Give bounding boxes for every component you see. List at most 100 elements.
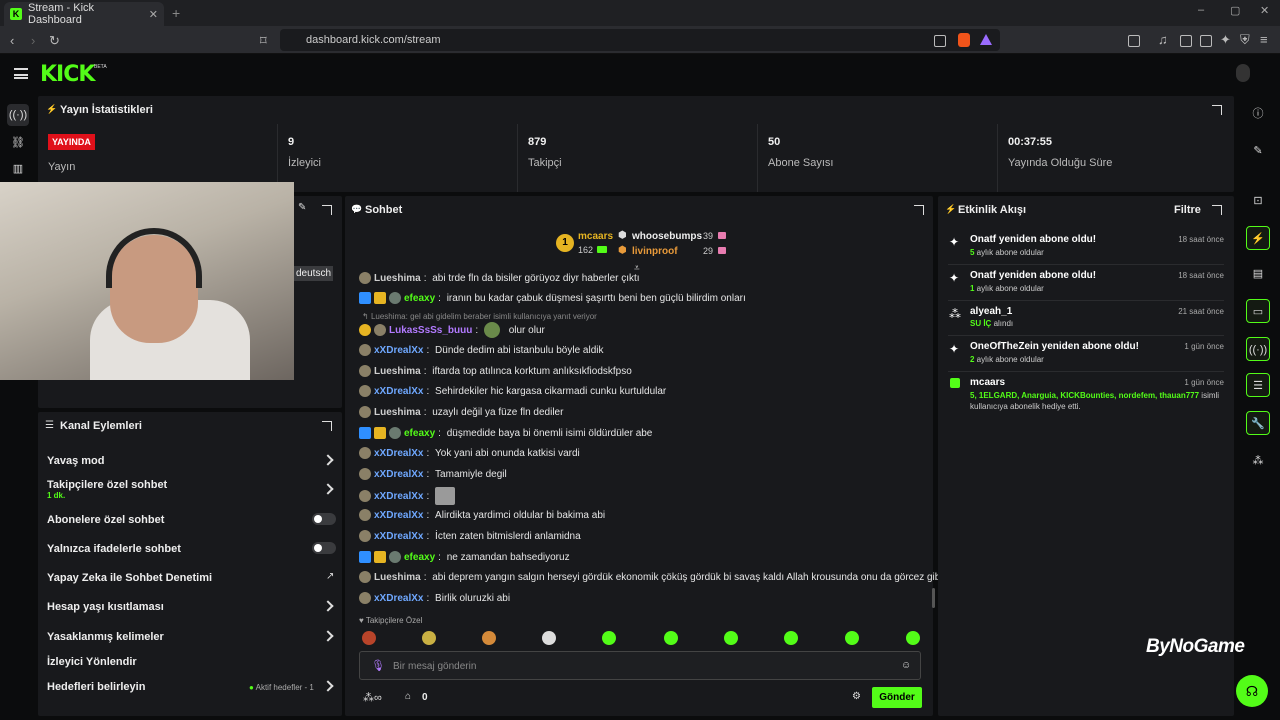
chat-message[interactable]: Lueshima: abi deprem yangın salgın herse… [359,571,943,583]
external-link-icon[interactable]: ↗ [326,571,334,582]
chat-message[interactable]: LukasSsSs_buuu: olur olur [359,322,545,338]
chat-message[interactable]: xXDrealXx: [359,487,456,505]
points-icon[interactable]: ⁂ [1246,449,1270,473]
analytics-nav-icon[interactable]: ▥ [10,161,26,177]
chat-username[interactable]: xXDrealXx [374,510,423,521]
emote-icon[interactable] [845,631,859,645]
new-tab-icon[interactable]: + [172,5,180,21]
chat-toggle-icon[interactable]: ▭ [1246,299,1270,323]
share-icon[interactable] [934,35,946,47]
action-followers-only[interactable]: Takipçilere özel sohbet [47,479,167,491]
chat-message[interactable]: efeaxy: iranın bu kadar çabuk düşmesi şa… [359,292,746,304]
points-icon[interactable]: ⁂∞ [363,691,382,704]
close-icon[interactable]: ✕ [149,8,158,21]
chat-username[interactable]: efeaxy [404,552,435,563]
filter-button[interactable]: Filtre [1174,204,1201,216]
brave-shield-icon[interactable] [958,33,970,47]
bookmark-icon[interactable]: ⌑ [260,33,267,49]
expand-icon[interactable] [914,205,924,215]
emote-icon[interactable] [784,631,798,645]
action-account-age[interactable]: Hesap yaşı kısıtlaması [47,601,164,613]
wrench-icon[interactable]: 🔧 [1246,411,1270,435]
action-host[interactable]: İzleyici Yönlendir [47,656,137,668]
lightning-icon[interactable]: ⚡ [1246,226,1270,250]
chat-message[interactable]: xXDrealXx: İcten zaten bitmislerdi anlam… [359,530,581,542]
camera-icon[interactable]: ⊡ [1246,189,1270,213]
leader-name[interactable]: whoosebumps [632,231,702,242]
hamburger-menu-icon[interactable] [14,68,28,79]
chat-username[interactable]: xXDrealXx [374,593,423,604]
browser-tab[interactable]: K Stream - Kick Dashboard ✕ [4,2,164,26]
chat-username[interactable]: Lueshima [374,273,421,284]
chat-username[interactable]: efeaxy [404,293,435,304]
subs-only-toggle[interactable] [312,513,336,525]
chat-username[interactable]: xXDrealXx [374,469,423,480]
expand-icon[interactable] [322,421,332,431]
chat-message[interactable]: xXDrealXx: Alirdikta yardimci oldular bi… [359,509,605,521]
chat-message[interactable]: Lueshima: abi trde fln da bisiler görüyo… [359,272,640,284]
user-avatar[interactable] [1236,64,1250,82]
leader-name[interactable]: livinproof [632,246,678,257]
settings-gear-icon[interactable]: ⚙ [852,691,861,702]
support-chat-icon[interactable]: ☊ [1236,675,1268,707]
chat-message[interactable]: efeaxy: düşmedide baya bi önemli isimi ö… [359,427,652,439]
stack-icon[interactable]: ☰ [1246,373,1270,397]
emote-icon[interactable] [542,631,556,645]
reload-icon[interactable]: ↻ [49,33,60,49]
emote-icon[interactable] [664,631,678,645]
expand-icon[interactable] [322,205,332,215]
document-icon[interactable]: ▤ [1246,262,1270,286]
edit-icon[interactable]: ✎ [298,202,306,213]
action-emote-only[interactable]: Yalnızca ifadelerle sohbet [47,543,181,555]
chat-username[interactable]: efeaxy [404,428,435,439]
edit-icon[interactable]: ✎ [1246,139,1270,163]
action-ai-moderation[interactable]: Yapay Zeka ile Sohbet Denetimi [47,572,212,584]
emote-icon[interactable] [906,631,920,645]
chat-username[interactable]: xXDrealXx [374,386,423,397]
action-banned-words[interactable]: Yasaklanmış kelimeler [47,631,164,643]
chat-message[interactable]: xXDrealXx: Birlik oluruzki abi [359,592,510,604]
chat-username[interactable]: LukasSsSs_buuu [389,325,472,336]
action-subs-only[interactable]: Abonelere özel sohbet [47,514,164,526]
expand-icon[interactable] [1212,105,1222,115]
wallet-icon[interactable] [1200,35,1212,47]
chat-username[interactable]: xXDrealXx [374,345,423,356]
chat-username[interactable]: xXDrealXx [374,448,423,459]
chat-message[interactable]: xXDrealXx: Yok yani abi onunda katkisi v… [359,447,580,459]
emoji-picker-icon[interactable]: ☺ [901,660,911,671]
leo-icon[interactable]: ✦ [1220,32,1231,48]
chat-username[interactable]: Lueshima [374,572,421,583]
chat-message[interactable]: xXDrealXx: Sehirdekiler hic kargasa cika… [359,385,666,397]
sidebar-icon[interactable] [1180,35,1192,47]
microphone-icon[interactable]: 🎙 [371,659,385,672]
chat-username[interactable]: xXDrealXx [374,491,423,502]
back-icon[interactable]: ‹ [10,33,14,48]
leader-name[interactable]: mcaars [578,231,613,242]
chat-message[interactable]: xXDrealXx: Tamamiyle degil [359,468,507,480]
forward-icon[interactable]: › [31,33,35,48]
emote-icon[interactable] [362,631,376,645]
restore-icon[interactable]: ▢ [1230,4,1240,17]
broadcast-icon[interactable]: ((·)) [1246,337,1270,361]
action-goals[interactable]: Hedefleri belirleyin [47,681,145,693]
chat-message[interactable]: Lueshima: iftarda top atılınca korktum a… [359,365,632,377]
reader-icon[interactable] [1128,35,1140,47]
stream-nav-icon[interactable]: ((·)) [7,104,29,126]
action-slow-mode[interactable]: Yavaş mod [47,455,104,467]
info-icon[interactable]: ⓘ [1246,102,1270,126]
link-nav-icon[interactable]: ⛓ [10,135,26,151]
brave-rewards-icon[interactable] [980,34,992,45]
chat-username[interactable]: Lueshima [374,407,421,418]
minimize-icon[interactable]: – [1198,4,1204,16]
chat-message[interactable]: xXDrealXx: Dünde dedim abi istanbulu böy… [359,344,604,356]
chat-message[interactable]: Lueshima: uzaylı değil ya füze fln dedil… [359,406,563,418]
menu-icon[interactable]: ≡ [1260,32,1268,47]
kick-logo[interactable]: KICK [40,62,95,87]
emote-icon[interactable] [422,631,436,645]
window-close-icon[interactable]: ✕ [1260,4,1269,17]
chat-username[interactable]: Lueshima [374,366,421,377]
vpn-icon[interactable]: ⛨ [1240,32,1250,48]
emote-icon[interactable] [724,631,738,645]
chat-username[interactable]: xXDrealXx [374,531,423,542]
expand-icon[interactable] [1212,205,1222,215]
